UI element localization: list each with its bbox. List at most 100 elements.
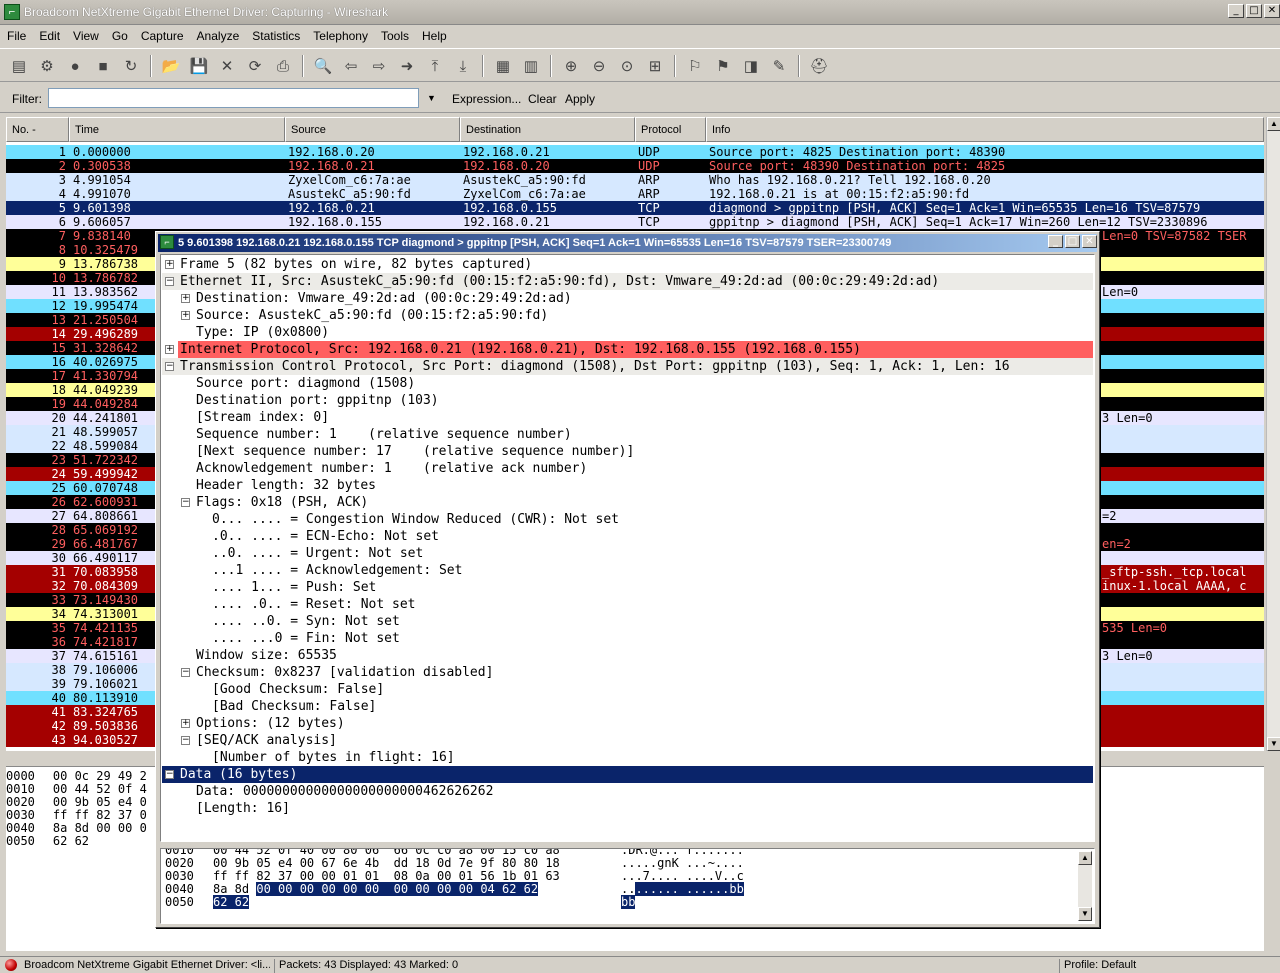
maximize-icon[interactable]: □	[1246, 4, 1262, 18]
menu-telephony[interactable]: Telephony	[306, 26, 374, 43]
minimize-icon[interactable]: _	[1228, 4, 1244, 18]
menu-help[interactable]: Help	[415, 26, 453, 43]
clear-button[interactable]: Clear	[528, 92, 557, 106]
tree-row[interactable]: − [SEQ/ACK analysis]	[162, 732, 1093, 749]
expression-button[interactable]: Expression...	[452, 92, 521, 106]
find-packet-icon[interactable]: 🔍	[312, 55, 334, 77]
column-header-info[interactable]: Info	[706, 117, 1264, 142]
table-row[interactable]: 1 0.000000 192.168.0.20 192.168.0.21 UDP Sour…	[6, 145, 1264, 159]
tree-row[interactable]: − Transmission Control Protocol, Src Port…	[162, 358, 1093, 375]
tree-row[interactable]: − Ethernet II, Src: AsustekC_a5:90:fd (00…	[162, 273, 1093, 290]
tree-row[interactable]: Data: 00000000000000000000000462626262	[162, 783, 1093, 800]
collapse-icon[interactable]: −	[181, 498, 190, 507]
restart-capture-icon[interactable]: ↻	[120, 55, 142, 77]
close-icon[interactable]: ✕	[1264, 4, 1280, 18]
tree-row[interactable]: .... 1... = Push: Set	[162, 579, 1093, 596]
tree-row[interactable]: + Destination: Vmware_49:2d:ad (00:0c:29:…	[162, 290, 1093, 307]
close-file-icon[interactable]: ✕	[216, 55, 238, 77]
go-last-icon[interactable]: ⤓	[452, 55, 474, 77]
tree-row[interactable]: .... .0.. = Reset: Not set	[162, 596, 1093, 613]
start-capture-icon[interactable]: ●	[64, 55, 86, 77]
tree-row[interactable]: − Data (16 bytes)	[162, 766, 1093, 783]
zoom-in-icon[interactable]: ⊕	[560, 55, 582, 77]
close-icon[interactable]: ✕	[1082, 235, 1097, 248]
menu-go[interactable]: Go	[105, 26, 134, 43]
tree-row[interactable]: 0... .... = Congestion Window Reduced (C…	[162, 511, 1093, 528]
tree-row[interactable]: Source port: diagmond (1508)	[162, 375, 1093, 392]
column-header-destination[interactable]: Destination	[460, 117, 635, 142]
capture-status-icon[interactable]	[5, 959, 17, 971]
zoom-out-icon[interactable]: ⊖	[588, 55, 610, 77]
scroll-up-icon[interactable]: ▲	[1078, 851, 1092, 865]
scroll-up-icon[interactable]: ▲	[1267, 117, 1280, 131]
go-first-icon[interactable]: ⤒	[424, 55, 446, 77]
chevron-down-icon[interactable]: ▼	[427, 93, 436, 103]
colorize-icon[interactable]: ▦	[492, 55, 514, 77]
expand-icon[interactable]: +	[165, 260, 174, 269]
tree-row[interactable]: ...1 .... = Acknowledgement: Set	[162, 562, 1093, 579]
tree-row[interactable]: [Next sequence number: 17 (relative sequ…	[162, 443, 1093, 460]
status-profile[interactable]: Profile: Default	[1059, 959, 1280, 973]
print-icon[interactable]: ⎙	[272, 55, 294, 77]
column-header-source[interactable]: Source	[285, 117, 460, 142]
go-to-packet-icon[interactable]: ➜	[396, 55, 418, 77]
tree-row[interactable]: + Options: (12 bytes)	[162, 715, 1093, 732]
tree-row[interactable]: − Flags: 0x18 (PSH, ACK)	[162, 494, 1093, 511]
menu-file[interactable]: File	[0, 26, 32, 43]
interface-list-icon[interactable]: ▤	[8, 55, 30, 77]
tree-row[interactable]: + Internet Protocol, Src: 192.168.0.21 (1…	[165, 341, 1093, 358]
open-file-icon[interactable]: 📂	[160, 55, 182, 77]
resize-columns-icon[interactable]: ⊞	[644, 55, 666, 77]
stop-capture-icon[interactable]: ■	[92, 55, 114, 77]
table-row[interactable]: 3 4.991054 ZyxelCom_c6:7a:ae AsustekC_a5:90…	[6, 173, 1264, 187]
expand-icon[interactable]: +	[181, 294, 190, 303]
column-header-time[interactable]: Time	[69, 117, 285, 142]
maximize-icon[interactable]: □	[1065, 235, 1080, 248]
packet-list-scrollbar[interactable]: ▲ ▼	[1266, 117, 1280, 751]
tree-row[interactable]: [Bad Checksum: False]	[162, 698, 1093, 715]
menu-analyze[interactable]: Analyze	[190, 26, 246, 43]
table-row[interactable]: 4 4.991070 AsustekC_a5:90:fd ZyxelCom_c6:7a…	[6, 187, 1264, 201]
auto-scroll-icon[interactable]: ▥	[520, 55, 542, 77]
minimize-icon[interactable]: _	[1048, 235, 1063, 248]
menu-edit[interactable]: Edit	[32, 26, 66, 43]
expand-icon[interactable]: +	[181, 719, 190, 728]
tree-row[interactable]: Sequence number: 1 (relative sequence nu…	[162, 426, 1093, 443]
bytes-scrollbar[interactable]: ▲ ▼	[1078, 851, 1092, 921]
filter-input[interactable]	[48, 88, 419, 108]
table-row[interactable]: 2 0.300538 192.168.0.21 192.168.0.20 UDP Sour…	[6, 159, 1264, 173]
tree-row[interactable]: [Length: 16]	[162, 800, 1093, 817]
collapse-icon[interactable]: −	[165, 362, 174, 371]
display-filters-icon[interactable]: ⚑	[712, 55, 734, 77]
help-icon[interactable]: ⛑	[808, 55, 830, 77]
tree-row[interactable]: Type: IP (0x0800)	[162, 324, 1093, 341]
tree-row[interactable]: Acknowledgement number: 1 (relative ack …	[162, 460, 1093, 477]
menu-tools[interactable]: Tools	[374, 26, 415, 43]
tree-row[interactable]: .0.. .... = ECN-Echo: Not set	[162, 528, 1093, 545]
protocol-tree[interactable]: + Frame 5 (82 bytes on wire, 82 bytes cap…	[160, 254, 1095, 842]
column-header-protocol[interactable]: Protocol	[635, 117, 706, 142]
coloring-rules-icon[interactable]: ◨	[740, 55, 762, 77]
tree-row[interactable]: [Good Checksum: False]	[162, 681, 1093, 698]
capture-options-icon[interactable]: ⚙	[36, 55, 58, 77]
tree-row[interactable]: ..0. .... = Urgent: Not set	[162, 545, 1093, 562]
table-row[interactable]: 5 9.601398 192.168.0.21 192.168.0.155 TCP dia…	[6, 201, 1264, 215]
expand-icon[interactable]: +	[181, 311, 190, 320]
column-header-no[interactable]: No. -	[6, 117, 69, 142]
tree-row[interactable]: + Frame 5 (82 bytes on wire, 82 bytes cap…	[162, 256, 1093, 273]
collapse-icon[interactable]: −	[165, 277, 174, 286]
expand-icon[interactable]: +	[165, 345, 174, 354]
collapse-icon[interactable]: −	[165, 770, 174, 779]
scroll-down-icon[interactable]: ▼	[1078, 907, 1092, 921]
tree-row[interactable]: .... ..0. = Syn: Not set	[162, 613, 1093, 630]
save-file-icon[interactable]: 💾	[188, 55, 210, 77]
go-forward-icon[interactable]: ⇨	[368, 55, 390, 77]
menu-view[interactable]: View	[66, 26, 105, 43]
scroll-down-icon[interactable]: ▼	[1267, 737, 1280, 751]
menu-capture[interactable]: Capture	[134, 26, 190, 43]
tree-row[interactable]: Destination port: gppitnp (103)	[162, 392, 1093, 409]
table-row[interactable]: 6 9.606057 192.168.0.155 192.168.0.21 TCP gpp…	[6, 215, 1264, 229]
tree-row[interactable]: − Checksum: 0x8237 [validation disabled]	[162, 664, 1093, 681]
tree-row[interactable]: [Number of bytes in flight: 16]	[162, 749, 1093, 766]
tree-row[interactable]: Header length: 32 bytes	[162, 477, 1093, 494]
